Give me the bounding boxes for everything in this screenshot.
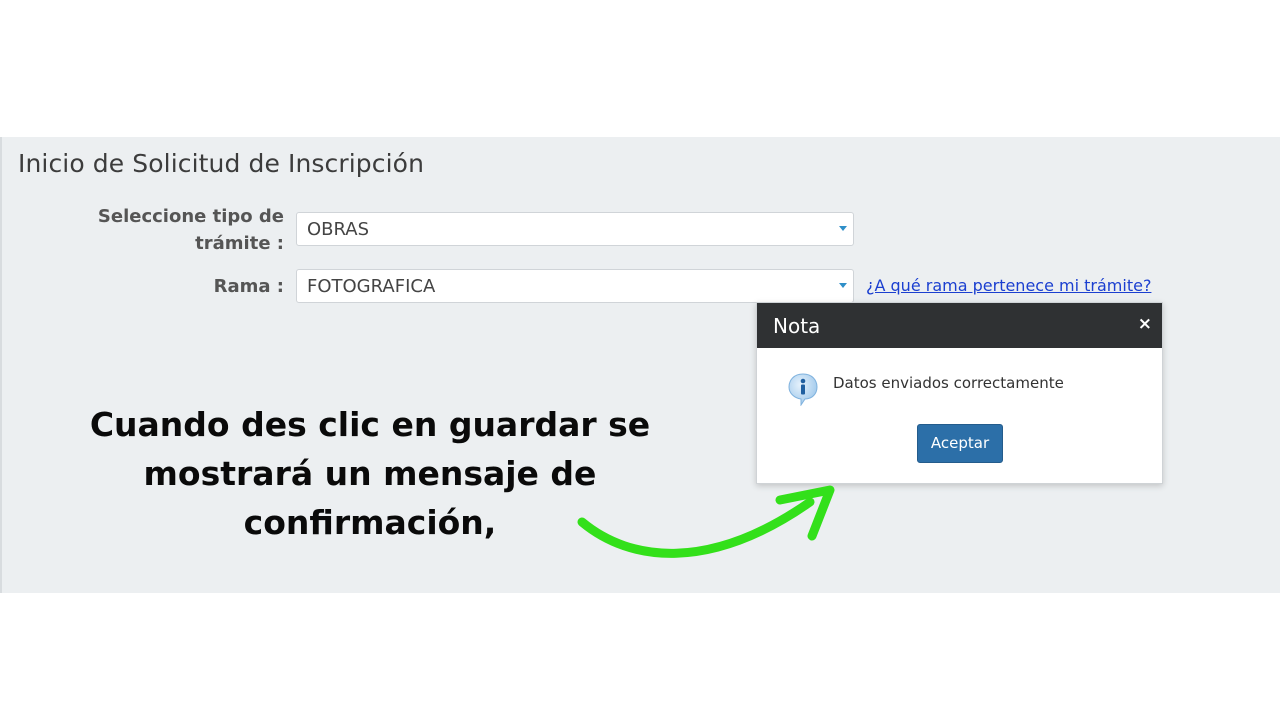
chevron-down-icon	[839, 226, 847, 231]
screenshot-stage: Inicio de Solicitud de Inscripción Selec…	[0, 0, 1280, 720]
dialog-title: Nota	[773, 314, 821, 338]
dialog-header: Nota ×	[757, 303, 1162, 348]
close-icon[interactable]: ×	[1138, 314, 1152, 334]
caption-line: Cuando des clic en guardar se	[89, 405, 651, 444]
tipo-tramite-label: Seleccione tipo de trámite :	[97, 206, 284, 254]
tipo-tramite-value: OBRAS	[307, 219, 370, 240]
rama-help-link[interactable]: ¿A qué rama pertenece mi trámite?	[866, 276, 1151, 295]
chevron-down-icon	[839, 283, 847, 288]
rama-label: Rama :	[213, 276, 284, 297]
page-title: Inicio de Solicitud de Inscripción	[18, 149, 425, 178]
nota-dialog: Nota × Datos enviados correctamente Acep…	[756, 302, 1163, 484]
accept-button[interactable]: Aceptar	[917, 424, 1003, 463]
green-arrow-annotation	[577, 485, 835, 558]
dialog-message: Datos enviados correctamente	[833, 374, 1064, 392]
tipo-tramite-select[interactable]: OBRAS	[296, 212, 854, 246]
info-icon	[788, 373, 818, 406]
rama-value: FOTOGRAFICA	[307, 276, 436, 297]
rama-select[interactable]: FOTOGRAFICA	[296, 269, 854, 303]
